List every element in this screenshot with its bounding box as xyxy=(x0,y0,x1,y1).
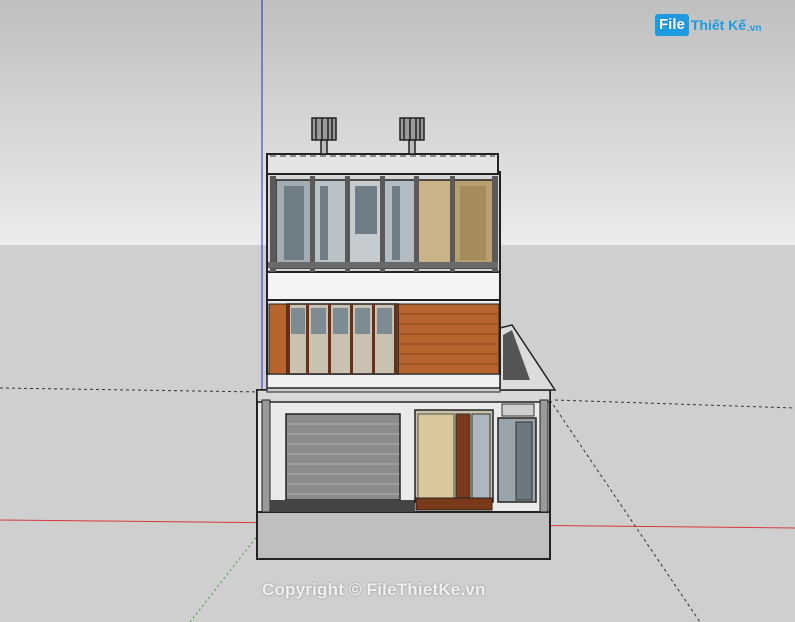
third-floor-divider xyxy=(266,271,501,301)
house-model[interactable] xyxy=(0,0,795,622)
right-column xyxy=(539,399,549,513)
perspective-guide xyxy=(549,399,701,622)
3d-viewport[interactable]: File Thiết Kế .vn Copyright © FileThietK… xyxy=(0,0,795,622)
garage-floor xyxy=(270,500,415,512)
wood-cladding-left xyxy=(268,303,288,375)
copyright-watermark: Copyright © FileThietKe.vn xyxy=(262,580,486,599)
left-column xyxy=(261,399,271,513)
red-axis-dashed xyxy=(554,399,795,409)
roof-fixture-right xyxy=(399,117,425,155)
window-2 xyxy=(312,179,348,269)
window-5 xyxy=(416,179,454,269)
entrance-step xyxy=(415,497,493,511)
logo-badge: File xyxy=(655,14,689,36)
green-axis-dashed xyxy=(0,387,263,393)
garage-door xyxy=(285,413,401,501)
logo-name: Thiết Kế xyxy=(690,17,747,33)
second-floor-beam xyxy=(266,373,501,389)
entrance-panel xyxy=(417,413,455,499)
site-logo: File Thiết Kế .vn xyxy=(655,12,762,38)
base-plinth xyxy=(256,511,551,560)
entrance-door xyxy=(455,413,471,499)
roof-fixture-left xyxy=(311,117,337,155)
green-axis xyxy=(189,529,263,622)
roof-parapet xyxy=(266,153,499,175)
entrance-side xyxy=(471,413,491,499)
logo-tld: .vn xyxy=(747,22,762,34)
